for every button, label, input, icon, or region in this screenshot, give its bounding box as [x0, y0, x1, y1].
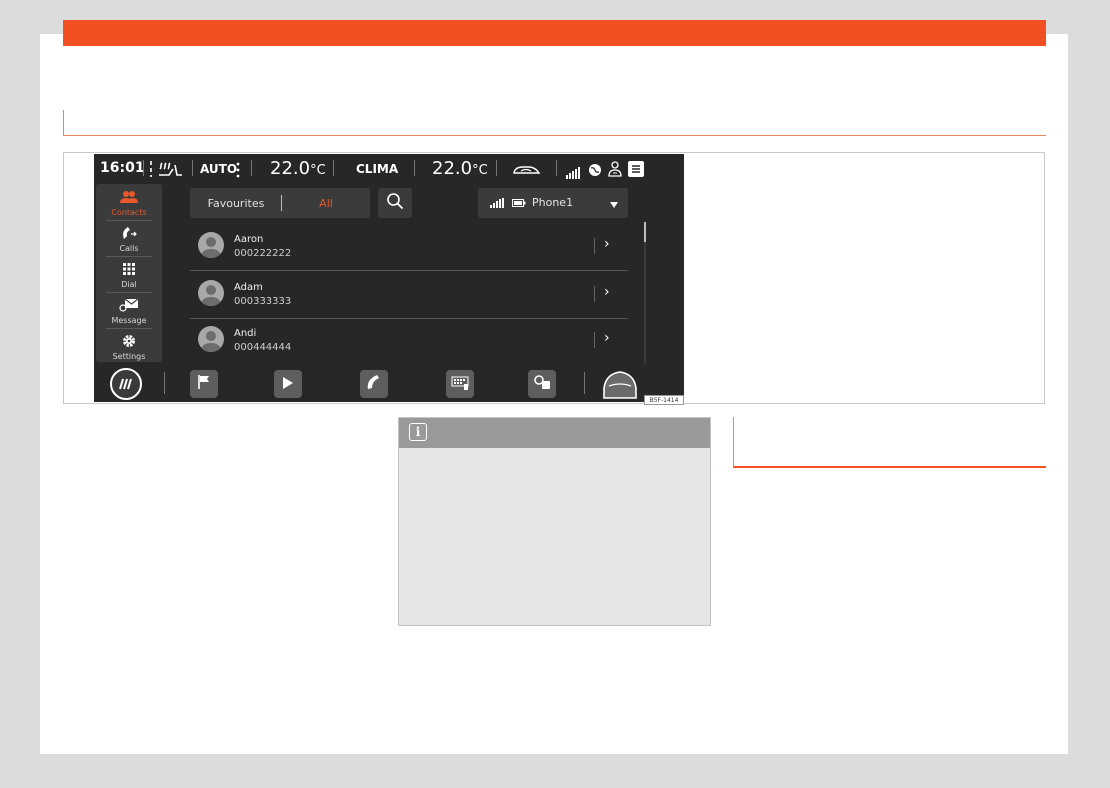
- dock-separator: [584, 372, 585, 394]
- row-separator: [594, 238, 595, 254]
- avatar: [198, 232, 224, 258]
- section-rule-left-tick: [63, 110, 64, 136]
- section-rule: [63, 135, 1046, 136]
- chevron-right-icon[interactable]: ›: [604, 236, 610, 252]
- contacts-filter: Favourites All: [190, 188, 370, 218]
- clima-button[interactable]: CLIMA: [356, 162, 398, 176]
- status-separator: [556, 160, 557, 176]
- contact-name: Aaron: [234, 234, 264, 245]
- contact-number: 000444444: [234, 342, 292, 353]
- sidebar-divider: [106, 220, 152, 221]
- user-profile-icon[interactable]: [608, 161, 622, 177]
- vehicle-settings-button[interactable]: [528, 370, 556, 398]
- info-note-header: i: [399, 418, 710, 448]
- sidebar-item-label: Calls: [119, 244, 139, 253]
- status-separator: [496, 160, 497, 176]
- sidebar-item-label: Dial: [121, 280, 137, 289]
- infotainment-screen: 16:01 AUTO 22.0°C CLIMA 22.0°C Contacts …: [94, 154, 684, 402]
- contact-number: 000333333: [234, 296, 292, 307]
- sidebar-item-label: Contacts: [111, 208, 147, 217]
- row-separator: [594, 332, 595, 348]
- chevron-right-icon[interactable]: ›: [604, 284, 610, 300]
- dropdown-arrow-icon: [610, 199, 618, 212]
- apps-grid-icon: [451, 375, 469, 394]
- chevron-right-icon[interactable]: ›: [604, 330, 610, 346]
- car-view-button[interactable]: [600, 368, 640, 400]
- sidebar-item-label: Settings: [112, 352, 146, 361]
- phone-icon: [96, 226, 162, 240]
- contact-name: Andi: [234, 328, 257, 339]
- status-separator: [192, 160, 193, 176]
- car-settings-icon: [533, 374, 551, 394]
- sidebar-divider: [106, 256, 152, 257]
- status-separator: [251, 160, 252, 176]
- dock-separator: [164, 372, 165, 394]
- clock: 16:01: [100, 160, 145, 176]
- status-separator: [414, 160, 415, 176]
- climate-mode[interactable]: AUTO: [200, 162, 237, 176]
- sidebar-divider: [106, 328, 152, 329]
- signal-strength-icon: [566, 164, 582, 179]
- status-bar: 16:01 AUTO 22.0°C CLIMA 22.0°C: [94, 154, 684, 184]
- search-icon: [386, 192, 404, 214]
- header-brand-bar: [63, 20, 1046, 46]
- sidebar-item-calls[interactable]: Calls: [96, 222, 162, 258]
- navigation-button[interactable]: [190, 370, 218, 398]
- contact-name: Adam: [234, 282, 263, 293]
- sidebar-item-message[interactable]: Message: [96, 294, 162, 330]
- phone-button[interactable]: [360, 370, 388, 398]
- flag-icon: [197, 374, 211, 394]
- apps-button[interactable]: [446, 370, 474, 398]
- status-separator: [143, 160, 144, 176]
- phone-name: Phone1: [532, 196, 574, 209]
- contact-row[interactable]: Andi 000444444 ›: [190, 318, 628, 364]
- contacts-icon: [96, 190, 162, 204]
- filter-all[interactable]: All: [282, 188, 370, 218]
- globe-icon: [588, 162, 602, 176]
- contact-row[interactable]: Aaron 000222222 ›: [190, 224, 628, 270]
- status-separator: [333, 160, 334, 176]
- battery-icon: [512, 198, 526, 208]
- play-icon: [282, 375, 294, 394]
- info-icon: i: [409, 423, 427, 441]
- media-button[interactable]: [274, 370, 302, 398]
- figure-code: B5F-1414: [644, 395, 684, 405]
- phone-icon: [366, 374, 382, 394]
- phone-selector[interactable]: Phone1: [478, 188, 628, 218]
- list-scrollbar-thumb[interactable]: [644, 222, 646, 242]
- search-button[interactable]: [378, 188, 412, 218]
- temp-left[interactable]: 22.0°C: [270, 158, 326, 179]
- seat-logo-icon: [118, 375, 134, 394]
- home-button[interactable]: [110, 368, 142, 400]
- fan-level-dots: [236, 161, 240, 179]
- list-scrollbar-track[interactable]: [644, 222, 646, 364]
- sidebar-divider: [106, 292, 152, 293]
- seat-heating-icon[interactable]: [148, 159, 184, 179]
- sidebar-item-dial[interactable]: Dial: [96, 258, 162, 294]
- dialpad-icon: [96, 262, 162, 276]
- message-icon: [96, 298, 162, 312]
- signal-strength-icon: [490, 198, 504, 208]
- menu-icon[interactable]: [628, 161, 644, 177]
- avatar: [198, 326, 224, 352]
- right-section-rule: [733, 466, 1046, 468]
- sidebar-item-settings[interactable]: Settings: [96, 330, 162, 366]
- gear-icon: [96, 334, 162, 348]
- list-divider: [190, 270, 628, 271]
- row-separator: [594, 286, 595, 302]
- right-section-rule-tick: [733, 417, 734, 467]
- filter-favourites[interactable]: Favourites: [190, 188, 282, 218]
- car-icon: [600, 371, 640, 402]
- contact-row[interactable]: Adam 000333333 ›: [190, 272, 628, 318]
- phone-sidebar: Contacts Calls Dial Message Settings: [96, 184, 162, 362]
- info-note-box: i: [398, 417, 711, 626]
- sidebar-item-label: Message: [111, 316, 147, 325]
- temp-right[interactable]: 22.0°C: [432, 158, 488, 179]
- sidebar-item-contacts[interactable]: Contacts: [96, 186, 162, 222]
- car-air-recirculation-icon[interactable]: [512, 162, 542, 176]
- contact-number: 000222222: [234, 248, 292, 259]
- avatar: [198, 280, 224, 306]
